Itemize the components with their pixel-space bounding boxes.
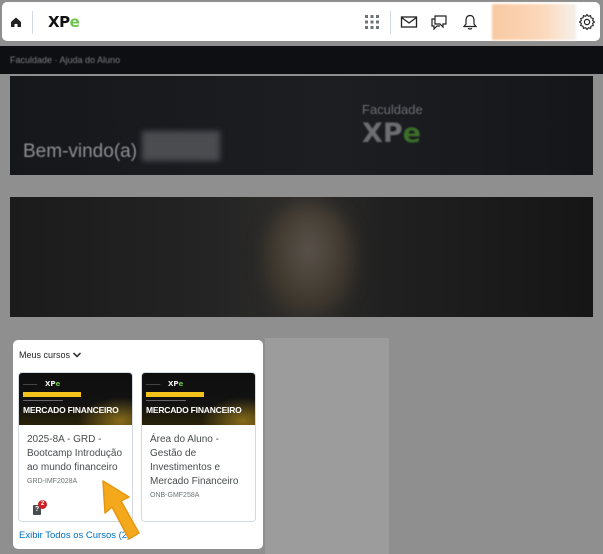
- breadcrumb[interactable]: Faculdade · Ajuda do Aluno: [10, 55, 120, 65]
- course-image-logo: XPe: [45, 380, 61, 388]
- course-image-headline: MERCADO FINANCEIRO: [146, 405, 242, 415]
- course-code: GRD-IMF2028A: [27, 478, 78, 485]
- course-image-subtext: ————————: [23, 398, 63, 404]
- course-image-headline: MERCADO FINANCEIRO: [23, 405, 119, 415]
- grid-icon[interactable]: [363, 13, 381, 31]
- course-code: ONB-GMF258A: [150, 492, 200, 499]
- divider: [32, 11, 33, 34]
- xpe-logo[interactable]: XPe: [48, 13, 80, 31]
- chevron-down-icon[interactable]: [72, 351, 82, 359]
- course-updates-alert[interactable]: ? 2: [31, 500, 47, 516]
- gear-icon[interactable]: [578, 13, 596, 31]
- welcome-banner: Bem-vindo(a) Faculdade XPe: [10, 76, 593, 175]
- course-image-highlight: [146, 392, 204, 397]
- course-image-caption: ─────: [146, 382, 161, 387]
- mail-icon[interactable]: [400, 13, 418, 31]
- course-card[interactable]: ───── XPe ———————— MERCADO FINANCEIRO Ár…: [141, 372, 256, 522]
- bell-icon[interactable]: [461, 13, 479, 31]
- faculty-label: Faculdade: [362, 102, 423, 117]
- course-name[interactable]: 2025-8A - GRD - Bootcamp Introdução ao m…: [27, 433, 127, 475]
- welcome-text: Bem-vindo(a): [23, 141, 138, 162]
- notification-badge: 2: [38, 500, 47, 509]
- course-name[interactable]: Área do Aluno - Gestão de Investimentos …: [150, 433, 250, 489]
- chat-icon[interactable]: [430, 13, 448, 31]
- hero-video[interactable]: [10, 197, 593, 317]
- course-image[interactable]: ───── XPe ———————— MERCADO FINANCEIRO: [19, 373, 132, 425]
- course-image-caption: ─────: [23, 382, 38, 387]
- home-icon[interactable]: [8, 14, 24, 30]
- divider: [390, 11, 391, 34]
- user-name-redacted: [142, 131, 220, 161]
- breadcrumb-bar: Faculdade · Ajuda do Aluno: [0, 46, 603, 74]
- my-courses-title: Meus cursos: [19, 350, 71, 360]
- background-panel: [265, 338, 389, 554]
- course-image-logo: XPe: [168, 380, 184, 388]
- faculty-logo: XPe: [362, 118, 421, 149]
- top-navbar: XPe: [2, 2, 600, 41]
- user-profile-avatar[interactable]: [492, 4, 576, 40]
- pointer-arrow-icon: [102, 480, 140, 540]
- course-image-highlight: [23, 392, 81, 397]
- course-image[interactable]: ───── XPe ———————— MERCADO FINANCEIRO: [142, 373, 255, 425]
- course-image-subtext: ————————: [146, 398, 186, 404]
- presenter-image: [264, 203, 354, 315]
